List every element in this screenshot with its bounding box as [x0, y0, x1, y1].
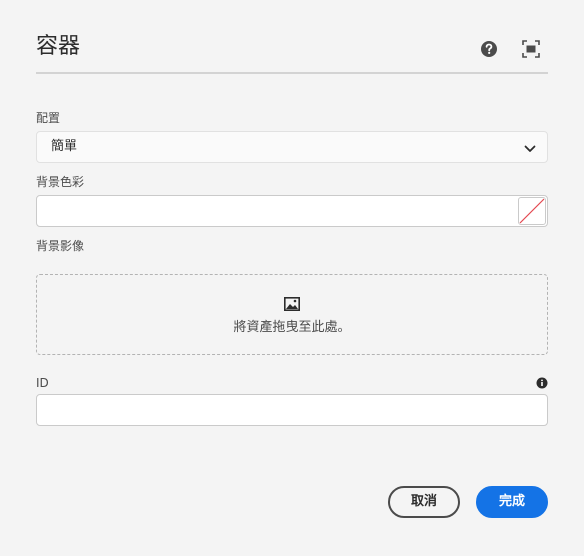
dialog-title: 容器 [36, 34, 81, 59]
info-icon[interactable] [536, 374, 548, 389]
bg-color-field[interactable] [36, 195, 548, 227]
layout-select-value: 簡單 [51, 139, 78, 154]
bg-image-label: 背景影像 [36, 239, 85, 253]
dialog-header: 容器 [36, 0, 548, 74]
help-icon[interactable] [480, 40, 498, 58]
image-icon [284, 296, 300, 311]
color-swatch-none-icon[interactable] [518, 197, 546, 225]
id-label: ID [36, 376, 49, 390]
layout-label: 配置 [36, 111, 61, 125]
done-button[interactable]: 完成 [476, 486, 548, 518]
dropzone-text: 將資產拖曳至此處。 [233, 320, 351, 335]
layout-select[interactable]: 簡單 [36, 131, 548, 163]
bg-color-label: 背景色彩 [36, 175, 85, 189]
fullscreen-icon[interactable] [522, 40, 540, 58]
container-dialog: 容器 配置 簡單 背景色彩 背景影像 將資產拖曳至此處。 ID 取消 完成 [0, 0, 584, 556]
cancel-button[interactable]: 取消 [388, 486, 460, 518]
image-dropzone[interactable]: 將資產拖曳至此處。 [36, 274, 548, 355]
id-input[interactable] [36, 394, 548, 426]
chevron-down-icon [523, 141, 537, 155]
